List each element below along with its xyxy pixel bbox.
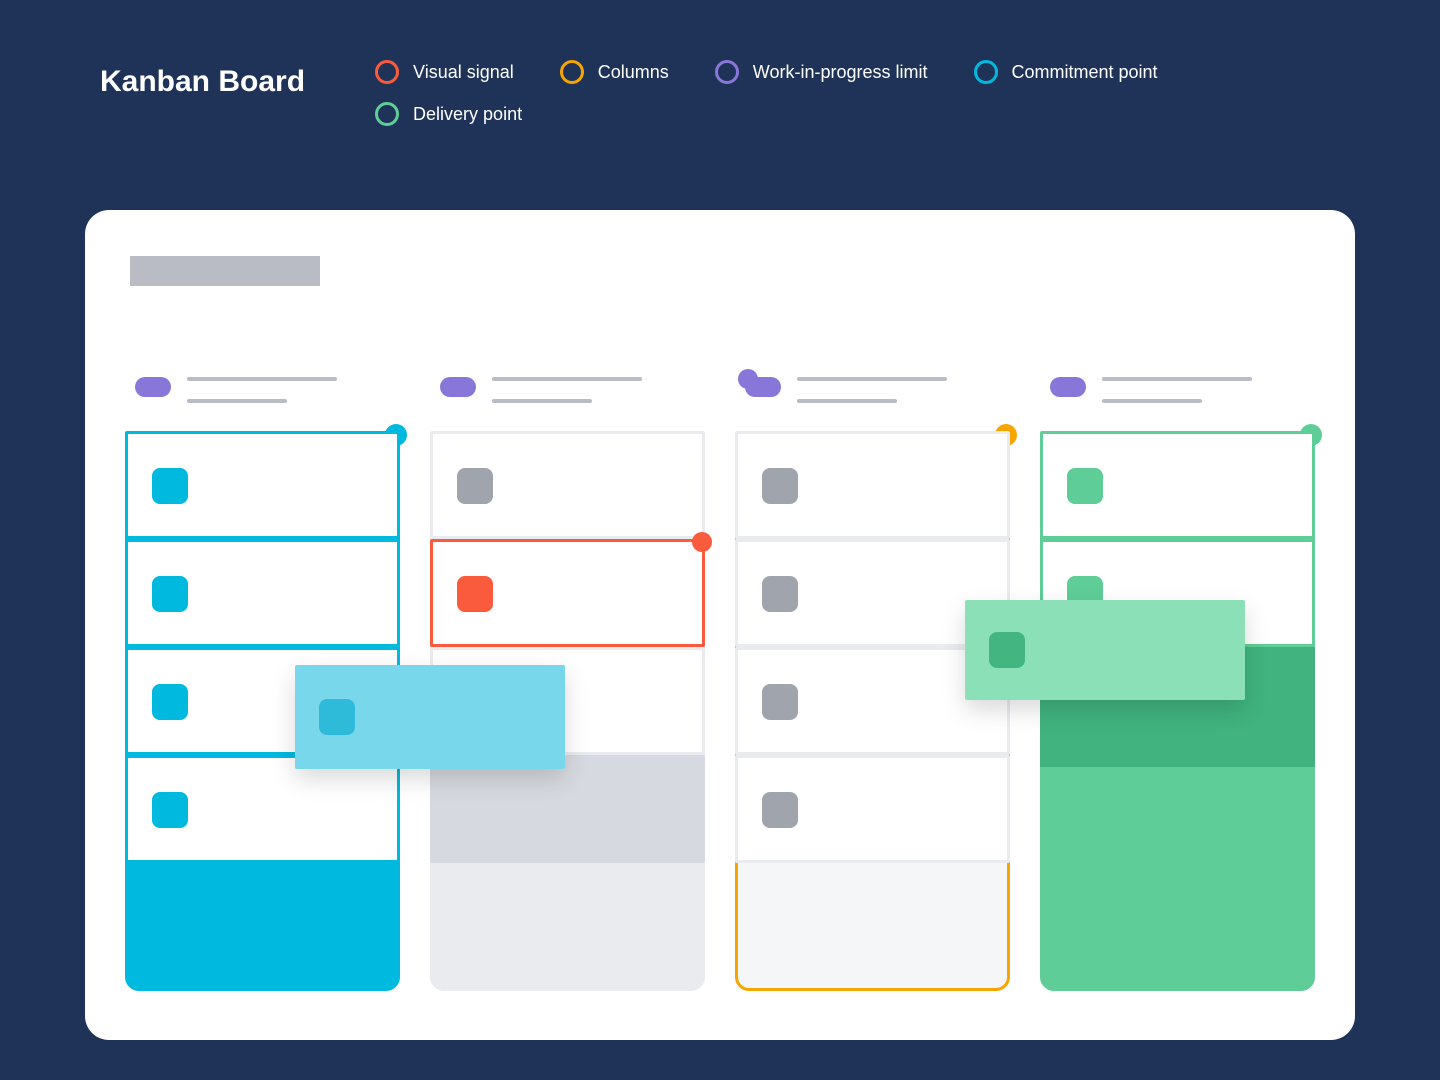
column-subtitle-line xyxy=(1102,399,1202,403)
kanban-card[interactable] xyxy=(125,431,400,539)
legend-wip-limit: Work-in-progress limit xyxy=(715,60,928,84)
column-subtitle-line xyxy=(187,399,287,403)
legend: Visual signal Columns Work-in-progress l… xyxy=(375,60,1195,126)
card-icon xyxy=(152,792,188,828)
card-icon xyxy=(989,632,1025,668)
card-icon xyxy=(152,468,188,504)
board-panel xyxy=(85,210,1355,1040)
card-icon xyxy=(762,576,798,612)
page-title: Kanban Board xyxy=(100,60,305,100)
legend-commitment: Commitment point xyxy=(974,60,1158,84)
legend-label: Work-in-progress limit xyxy=(753,63,928,81)
column-header xyxy=(135,375,400,415)
column-header xyxy=(1050,375,1315,415)
column-title-line xyxy=(492,377,642,381)
card-icon xyxy=(762,684,798,720)
column-title-line xyxy=(1102,377,1252,381)
card-icon xyxy=(1067,468,1103,504)
drop-zone xyxy=(430,755,705,863)
kanban-card[interactable] xyxy=(735,431,1010,539)
wip-limit-pill xyxy=(440,377,476,397)
card-icon xyxy=(457,468,493,504)
legend-dot-visual-signal-icon xyxy=(375,60,399,84)
legend-label: Commitment point xyxy=(1012,63,1158,81)
column-header xyxy=(440,375,705,415)
wip-limit-pill xyxy=(1050,377,1086,397)
card-icon xyxy=(319,699,355,735)
board-title-placeholder xyxy=(130,256,320,286)
card-icon xyxy=(457,576,493,612)
legend-label: Visual signal xyxy=(413,63,514,81)
legend-columns: Columns xyxy=(560,60,669,84)
column-title-line xyxy=(797,377,947,381)
legend-dot-delivery-icon xyxy=(375,102,399,126)
column-body xyxy=(1040,431,1315,991)
legend-visual-signal: Visual signal xyxy=(375,60,514,84)
column-body xyxy=(735,431,1010,991)
kanban-card[interactable] xyxy=(125,755,400,863)
visual-signal-dot-icon xyxy=(692,532,712,552)
legend-dot-columns-icon xyxy=(560,60,584,84)
kanban-card[interactable] xyxy=(1040,431,1315,539)
column-subtitle-line xyxy=(797,399,897,403)
card-icon xyxy=(152,684,188,720)
wip-limit-pill xyxy=(135,377,171,397)
dragging-card-blue[interactable] xyxy=(295,665,565,769)
kanban-card[interactable] xyxy=(430,431,705,539)
wip-limit-dot-icon xyxy=(738,369,758,389)
kanban-card[interactable] xyxy=(735,755,1010,863)
legend-label: Columns xyxy=(598,63,669,81)
column-header xyxy=(745,375,1010,415)
legend-dot-commitment-icon xyxy=(974,60,998,84)
header: Kanban Board Visual signal Columns Work-… xyxy=(0,0,1440,126)
kanban-card-visual-signal[interactable] xyxy=(430,539,705,647)
column-title-line xyxy=(187,377,337,381)
column-subtitle-line xyxy=(492,399,592,403)
legend-delivery: Delivery point xyxy=(375,102,522,126)
card-icon xyxy=(762,468,798,504)
card-icon xyxy=(152,576,188,612)
legend-label: Delivery point xyxy=(413,105,522,123)
card-icon xyxy=(762,792,798,828)
kanban-card[interactable] xyxy=(125,539,400,647)
dragging-card-green[interactable] xyxy=(965,600,1245,700)
legend-dot-wip-icon xyxy=(715,60,739,84)
